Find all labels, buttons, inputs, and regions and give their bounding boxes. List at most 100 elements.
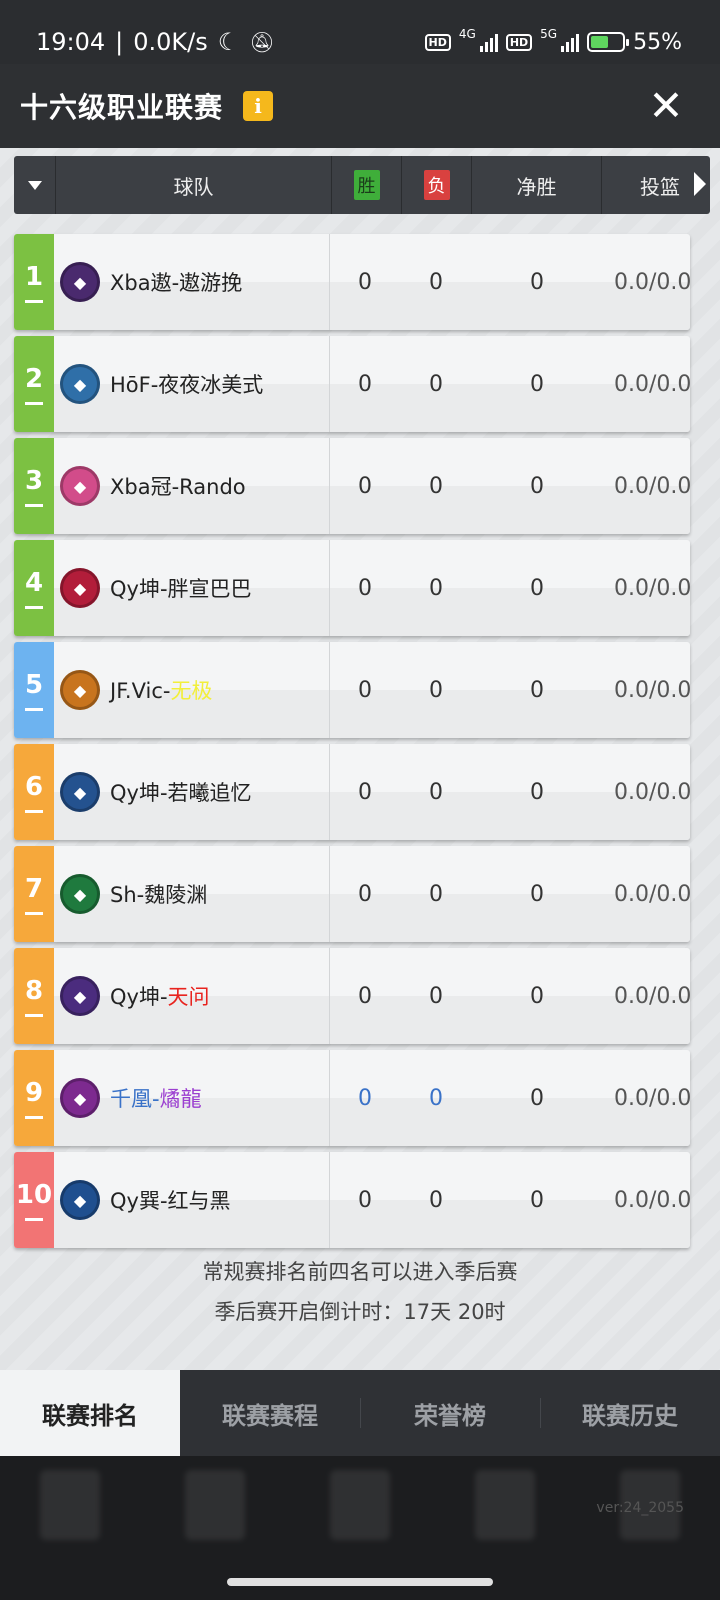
info-icon[interactable]: i bbox=[243, 91, 274, 121]
blurred-nav-icons bbox=[40, 1470, 680, 1550]
team-name-prefix: JF.Vic- bbox=[110, 679, 171, 703]
table-row[interactable]: 4 ◆ Qy坤-胖宣巴巴 0 0 0 0.0/0.0 bbox=[14, 540, 690, 636]
rank-number: 7 bbox=[24, 873, 44, 904]
shot-value: 0.0/0.0 bbox=[614, 983, 690, 1009]
losses-value: 0 bbox=[429, 1085, 443, 1111]
sort-dropdown[interactable] bbox=[14, 156, 56, 214]
close-icon[interactable]: ✕ bbox=[646, 85, 686, 127]
hd-icon-2: HD bbox=[505, 33, 533, 51]
bottom-tab-bar: 联赛排名 联赛赛程 荣誉榜 联赛历史 bbox=[0, 1370, 720, 1456]
team-logo-icon: ◆ bbox=[60, 874, 100, 914]
losses-value: 0 bbox=[429, 1187, 443, 1213]
net-value: 0 bbox=[530, 983, 544, 1009]
team-name-prefix: Qy坤-若曦追忆 bbox=[110, 781, 252, 805]
table-row[interactable]: 6 ◆ Qy坤-若曦追忆 0 0 0 0.0/0.0 bbox=[14, 744, 690, 840]
standings-list: 1 ◆ Xba遨-遨游挽 0 0 0 0.0/0.0 2 ◆ HōF-夜夜冰美式 0 0 0 0.0/0.… bbox=[14, 234, 690, 1254]
scroll-right-icon[interactable] bbox=[694, 172, 706, 196]
team-cell[interactable]: ◆ Qy巽-红与黑 bbox=[54, 1152, 330, 1248]
team-cell[interactable]: ◆ 千凰-燏龍 bbox=[54, 1050, 330, 1146]
chevron-down-icon bbox=[27, 180, 42, 190]
team-cell[interactable]: ◆ Qy坤-胖宣巴巴 bbox=[54, 540, 330, 636]
team-cell[interactable]: ◆ Qy坤-天问 bbox=[54, 948, 330, 1044]
table-row[interactable]: 8 ◆ Qy坤-天问 0 0 0 0.0/0.0 bbox=[14, 948, 690, 1044]
net-value: 0 bbox=[530, 371, 544, 397]
tab-4[interactable]: 联赛历史 bbox=[540, 1370, 720, 1456]
rank-change-icon bbox=[25, 809, 43, 813]
tab-1[interactable]: 联赛排名 bbox=[0, 1370, 180, 1456]
rank-badge: 9 bbox=[14, 1050, 54, 1146]
tab-2[interactable]: 联赛赛程 bbox=[180, 1370, 360, 1456]
rank-number: 3 bbox=[24, 465, 44, 496]
shot-value: 0.0/0.0 bbox=[614, 575, 690, 601]
team-name-prefix: Qy坤-胖宣巴巴 bbox=[110, 577, 252, 601]
losses-value: 0 bbox=[429, 779, 443, 805]
wins-value: 0 bbox=[358, 371, 372, 397]
losses-value: 0 bbox=[429, 983, 443, 1009]
rank-badge: 7 bbox=[14, 846, 54, 942]
team-name-prefix: Qy巽-红与黑 bbox=[110, 1189, 231, 1213]
table-row[interactable]: 9 ◆ 千凰-燏龍 0 0 0 0.0/0.0 bbox=[14, 1050, 690, 1146]
net-value: 0 bbox=[530, 473, 544, 499]
wins-value: 0 bbox=[358, 269, 372, 295]
net-value: 0 bbox=[530, 1187, 544, 1213]
rank-number: 5 bbox=[24, 669, 44, 700]
rank-change-icon bbox=[25, 1115, 43, 1119]
wins-value: 0 bbox=[358, 473, 372, 499]
team-name: Qy坤-天问 bbox=[110, 981, 210, 1011]
losses-value: 0 bbox=[429, 371, 443, 397]
column-loss-label: 负 bbox=[423, 170, 450, 200]
rank-badge: 8 bbox=[14, 948, 54, 1044]
column-net[interactable]: 净胜 bbox=[472, 156, 602, 214]
column-loss[interactable]: 负 bbox=[402, 156, 472, 214]
team-cell[interactable]: ◆ Xba冠-Rando bbox=[54, 438, 330, 534]
blurred-nav-icon bbox=[330, 1470, 390, 1540]
team-cell[interactable]: ◆ JF.Vic-无极 bbox=[54, 642, 330, 738]
team-name: Qy坤-胖宣巴巴 bbox=[110, 573, 252, 603]
rank-change-icon bbox=[25, 503, 43, 507]
rank-number: 1 bbox=[24, 261, 44, 292]
rank-badge: 3 bbox=[14, 438, 54, 534]
status-separator: | bbox=[115, 28, 124, 56]
battery-icon bbox=[587, 32, 630, 52]
losses-value: 0 bbox=[429, 677, 443, 703]
column-win[interactable]: 胜 bbox=[332, 156, 402, 214]
home-indicator[interactable] bbox=[227, 1578, 493, 1586]
team-logo-icon: ◆ bbox=[60, 1180, 100, 1220]
rank-number: 6 bbox=[24, 771, 44, 802]
table-row[interactable]: 1 ◆ Xba遨-遨游挽 0 0 0 0.0/0.0 bbox=[14, 234, 690, 330]
table-row[interactable]: 7 ◆ Sh-魏陵渊 0 0 0 0.0/0.0 bbox=[14, 846, 690, 942]
shot-value: 0.0/0.0 bbox=[614, 269, 690, 295]
team-name-suffix: -魏陵渊 bbox=[136, 883, 208, 907]
team-name-suffix: 燏龍 bbox=[159, 1087, 202, 1111]
table-row[interactable]: 5 ◆ JF.Vic-无极 0 0 0 0.0/0.0 bbox=[14, 642, 690, 738]
team-cell[interactable]: ◆ Qy坤-若曦追忆 bbox=[54, 744, 330, 840]
net-value: 0 bbox=[530, 575, 544, 601]
column-shot[interactable]: 投篮 bbox=[602, 156, 710, 214]
table-row[interactable]: 10 ◆ Qy巽-红与黑 0 0 0 0.0/0.0 bbox=[14, 1152, 690, 1248]
team-cell[interactable]: ◆ HōF-夜夜冰美式 bbox=[54, 336, 330, 432]
playoff-countdown: 季后赛开启倒计时：17天 20时 bbox=[214, 1300, 506, 1324]
team-name: Qy巽-红与黑 bbox=[110, 1185, 231, 1215]
net-value: 0 bbox=[530, 1085, 544, 1111]
status-speed: 0.0K/s bbox=[133, 28, 208, 56]
table-row[interactable]: 2 ◆ HōF-夜夜冰美式 0 0 0 0.0/0.0 bbox=[14, 336, 690, 432]
rank-change-icon bbox=[25, 911, 43, 915]
team-cell[interactable]: ◆ Xba遨-遨游挽 bbox=[54, 234, 330, 330]
column-team-label: 球队 bbox=[173, 174, 214, 199]
shot-value: 0.0/0.0 bbox=[614, 1187, 690, 1213]
column-net-label: 净胜 bbox=[516, 174, 557, 199]
team-name: Sh-魏陵渊 bbox=[110, 879, 207, 909]
column-team[interactable]: 球队 bbox=[56, 156, 332, 214]
team-cell[interactable]: ◆ Sh-魏陵渊 bbox=[54, 846, 330, 942]
rank-number: 8 bbox=[24, 975, 44, 1006]
table-row[interactable]: 3 ◆ Xba冠-Rando 0 0 0 0.0/0.0 bbox=[14, 438, 690, 534]
team-logo-icon: ◆ bbox=[60, 262, 100, 302]
rank-change-icon bbox=[25, 1013, 43, 1017]
shot-value: 0.0/0.0 bbox=[614, 779, 690, 805]
battery-percent: 55% bbox=[633, 29, 682, 55]
tab-3[interactable]: 荣誉榜 bbox=[360, 1370, 540, 1456]
team-name: Xba遨-遨游挽 bbox=[110, 267, 242, 297]
rank-badge: 1 bbox=[14, 234, 54, 330]
team-logo-icon: ◆ bbox=[60, 670, 100, 710]
team-name: HōF-夜夜冰美式 bbox=[110, 369, 263, 399]
